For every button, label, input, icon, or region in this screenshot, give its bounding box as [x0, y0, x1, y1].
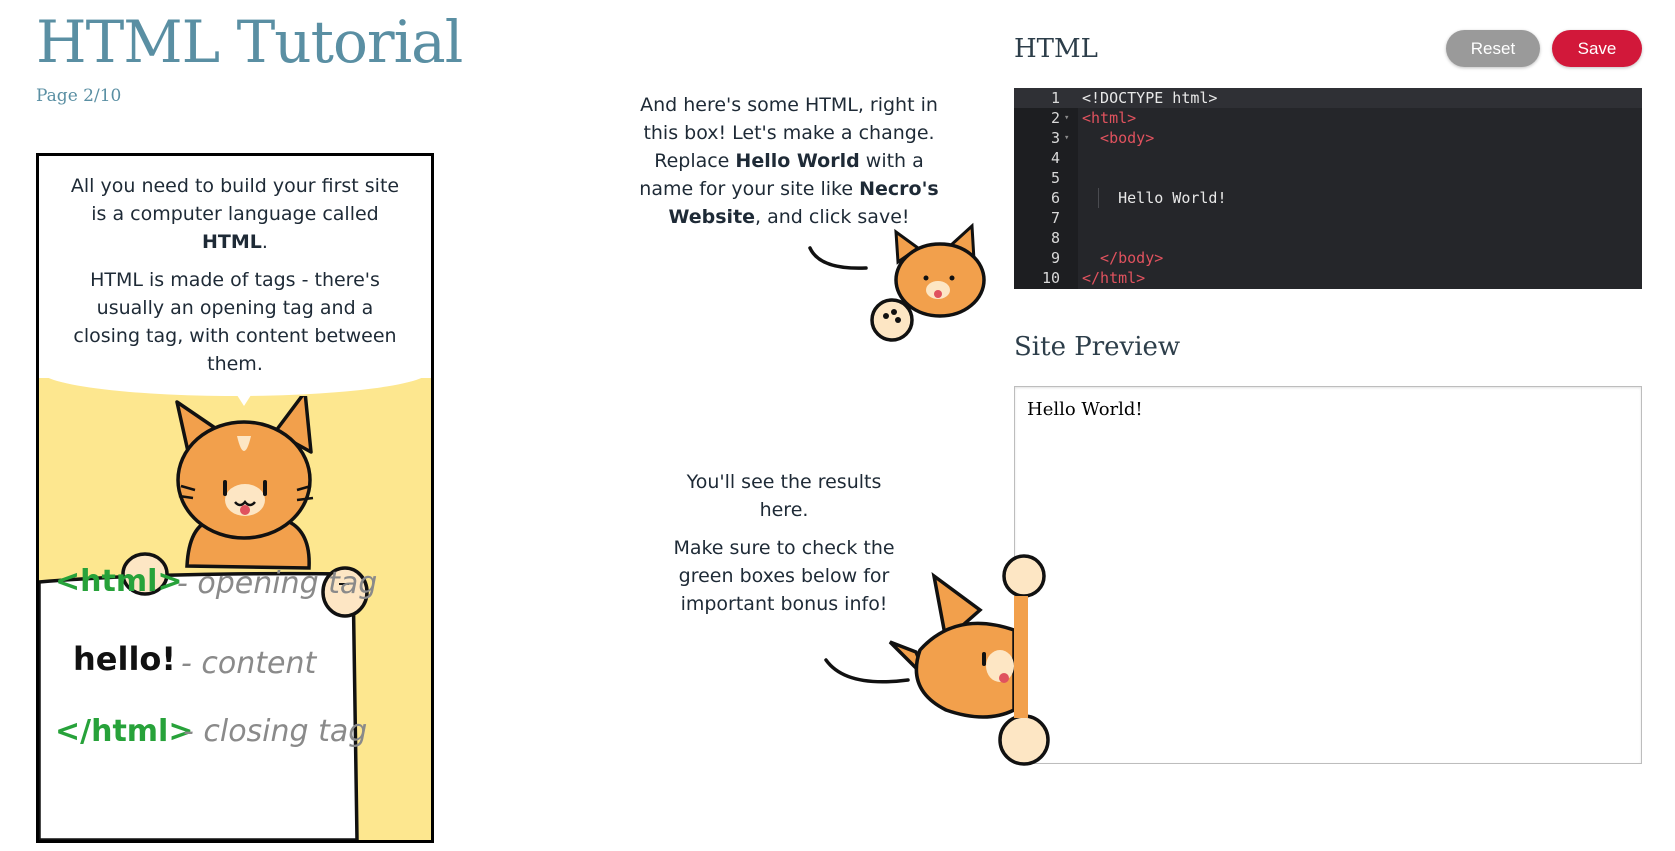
fold-arrow-icon[interactable]: ▾: [1064, 128, 1069, 148]
line-number: 5: [1050, 169, 1060, 187]
sign-closing-note: - closing tag: [183, 714, 368, 749]
line-number: 10: [1041, 269, 1060, 287]
code-line-text: <body>: [1082, 129, 1155, 147]
line-number: 9: [1050, 249, 1060, 267]
sign-opening-note: - opening tag: [177, 566, 378, 601]
code-line-text: Hello World!: [1082, 189, 1227, 207]
cat-tongue: [240, 505, 250, 515]
sign-opening-tag: <html>: [55, 564, 183, 599]
sign-board: [39, 571, 359, 840]
line-number: 2: [1050, 109, 1060, 127]
cat-left-eye: [223, 480, 227, 496]
cat-tail: [808, 246, 868, 270]
code-line[interactable]: 1 <!DOCTYPE html>: [1014, 88, 1642, 108]
sign-content-note: - content: [181, 646, 317, 681]
code-line[interactable]: 6 Hello World!: [1014, 188, 1642, 208]
line-number: 8: [1050, 229, 1060, 247]
page-title: HTML Tutorial: [36, 8, 463, 76]
cat-head: [894, 242, 986, 318]
preview-content: Hello World!: [1027, 399, 1143, 420]
cat-right-eye: [263, 480, 267, 496]
cat-paw-bottom: [998, 714, 1050, 766]
code-line-text: <html>: [1082, 109, 1137, 127]
reset-button[interactable]: Reset: [1446, 30, 1540, 67]
code-line[interactable]: 8: [1014, 228, 1642, 248]
line-number: 1: [1050, 89, 1060, 107]
comic-panel: All you need to build your first site is…: [36, 153, 434, 843]
waving-cat-illustration: [808, 222, 986, 342]
code-line[interactable]: 9 </body>: [1014, 248, 1642, 268]
comic-caption: All you need to build your first site is…: [65, 172, 405, 388]
code-line-text: <!DOCTYPE html>: [1082, 89, 1218, 107]
code-line[interactable]: 3 ▾ <body>: [1014, 128, 1642, 148]
instruction-speech-top-text: And here's some HTML, right in this box!…: [639, 94, 939, 228]
cat-tail: [824, 658, 910, 684]
line-number: 6: [1050, 189, 1060, 207]
comic-caption-line-1: All you need to build your first site is…: [70, 175, 400, 253]
instruction-speech-bottom-line-1: You'll see the results here.: [686, 471, 882, 521]
code-line[interactable]: 4: [1014, 148, 1642, 168]
fold-arrow-icon[interactable]: ▾: [1064, 108, 1069, 128]
code-line[interactable]: 2 ▾ <html>: [1014, 108, 1642, 128]
sign-content-example: hello!: [73, 640, 176, 678]
line-number: 7: [1050, 209, 1060, 227]
peeking-cat-illustration: [824, 554, 1050, 766]
comic-caption-line-2: HTML is made of tags - there's usually a…: [73, 269, 397, 375]
line-number: 3: [1050, 129, 1060, 147]
code-line[interactable]: 10 </html>: [1014, 268, 1642, 288]
editor-heading: HTML: [1014, 34, 1098, 64]
code-line[interactable]: 5: [1014, 168, 1642, 188]
code-line[interactable]: 7: [1014, 208, 1642, 228]
cat-paw: [870, 298, 914, 342]
cat-paw-top: [1002, 554, 1046, 598]
site-preview-frame[interactable]: Hello World!: [1014, 386, 1642, 764]
sign-closing-tag: </html>: [55, 714, 194, 749]
line-number: 4: [1050, 149, 1060, 167]
preview-heading: Site Preview: [1014, 332, 1181, 362]
code-line-text: </html>: [1082, 269, 1146, 287]
code-line-text: </body>: [1082, 249, 1164, 267]
save-button[interactable]: Save: [1552, 30, 1642, 67]
indent-guide: [1098, 188, 1099, 208]
page-indicator: Page 2/10: [36, 86, 122, 106]
html-code-editor[interactable]: 1 <!DOCTYPE html> 2 ▾ <html> 3 ▾ <body> …: [1014, 88, 1642, 289]
instruction-speech-top: And here's some HTML, right in this box!…: [634, 91, 944, 241]
cat-holding-sign-illustration: [39, 396, 369, 840]
